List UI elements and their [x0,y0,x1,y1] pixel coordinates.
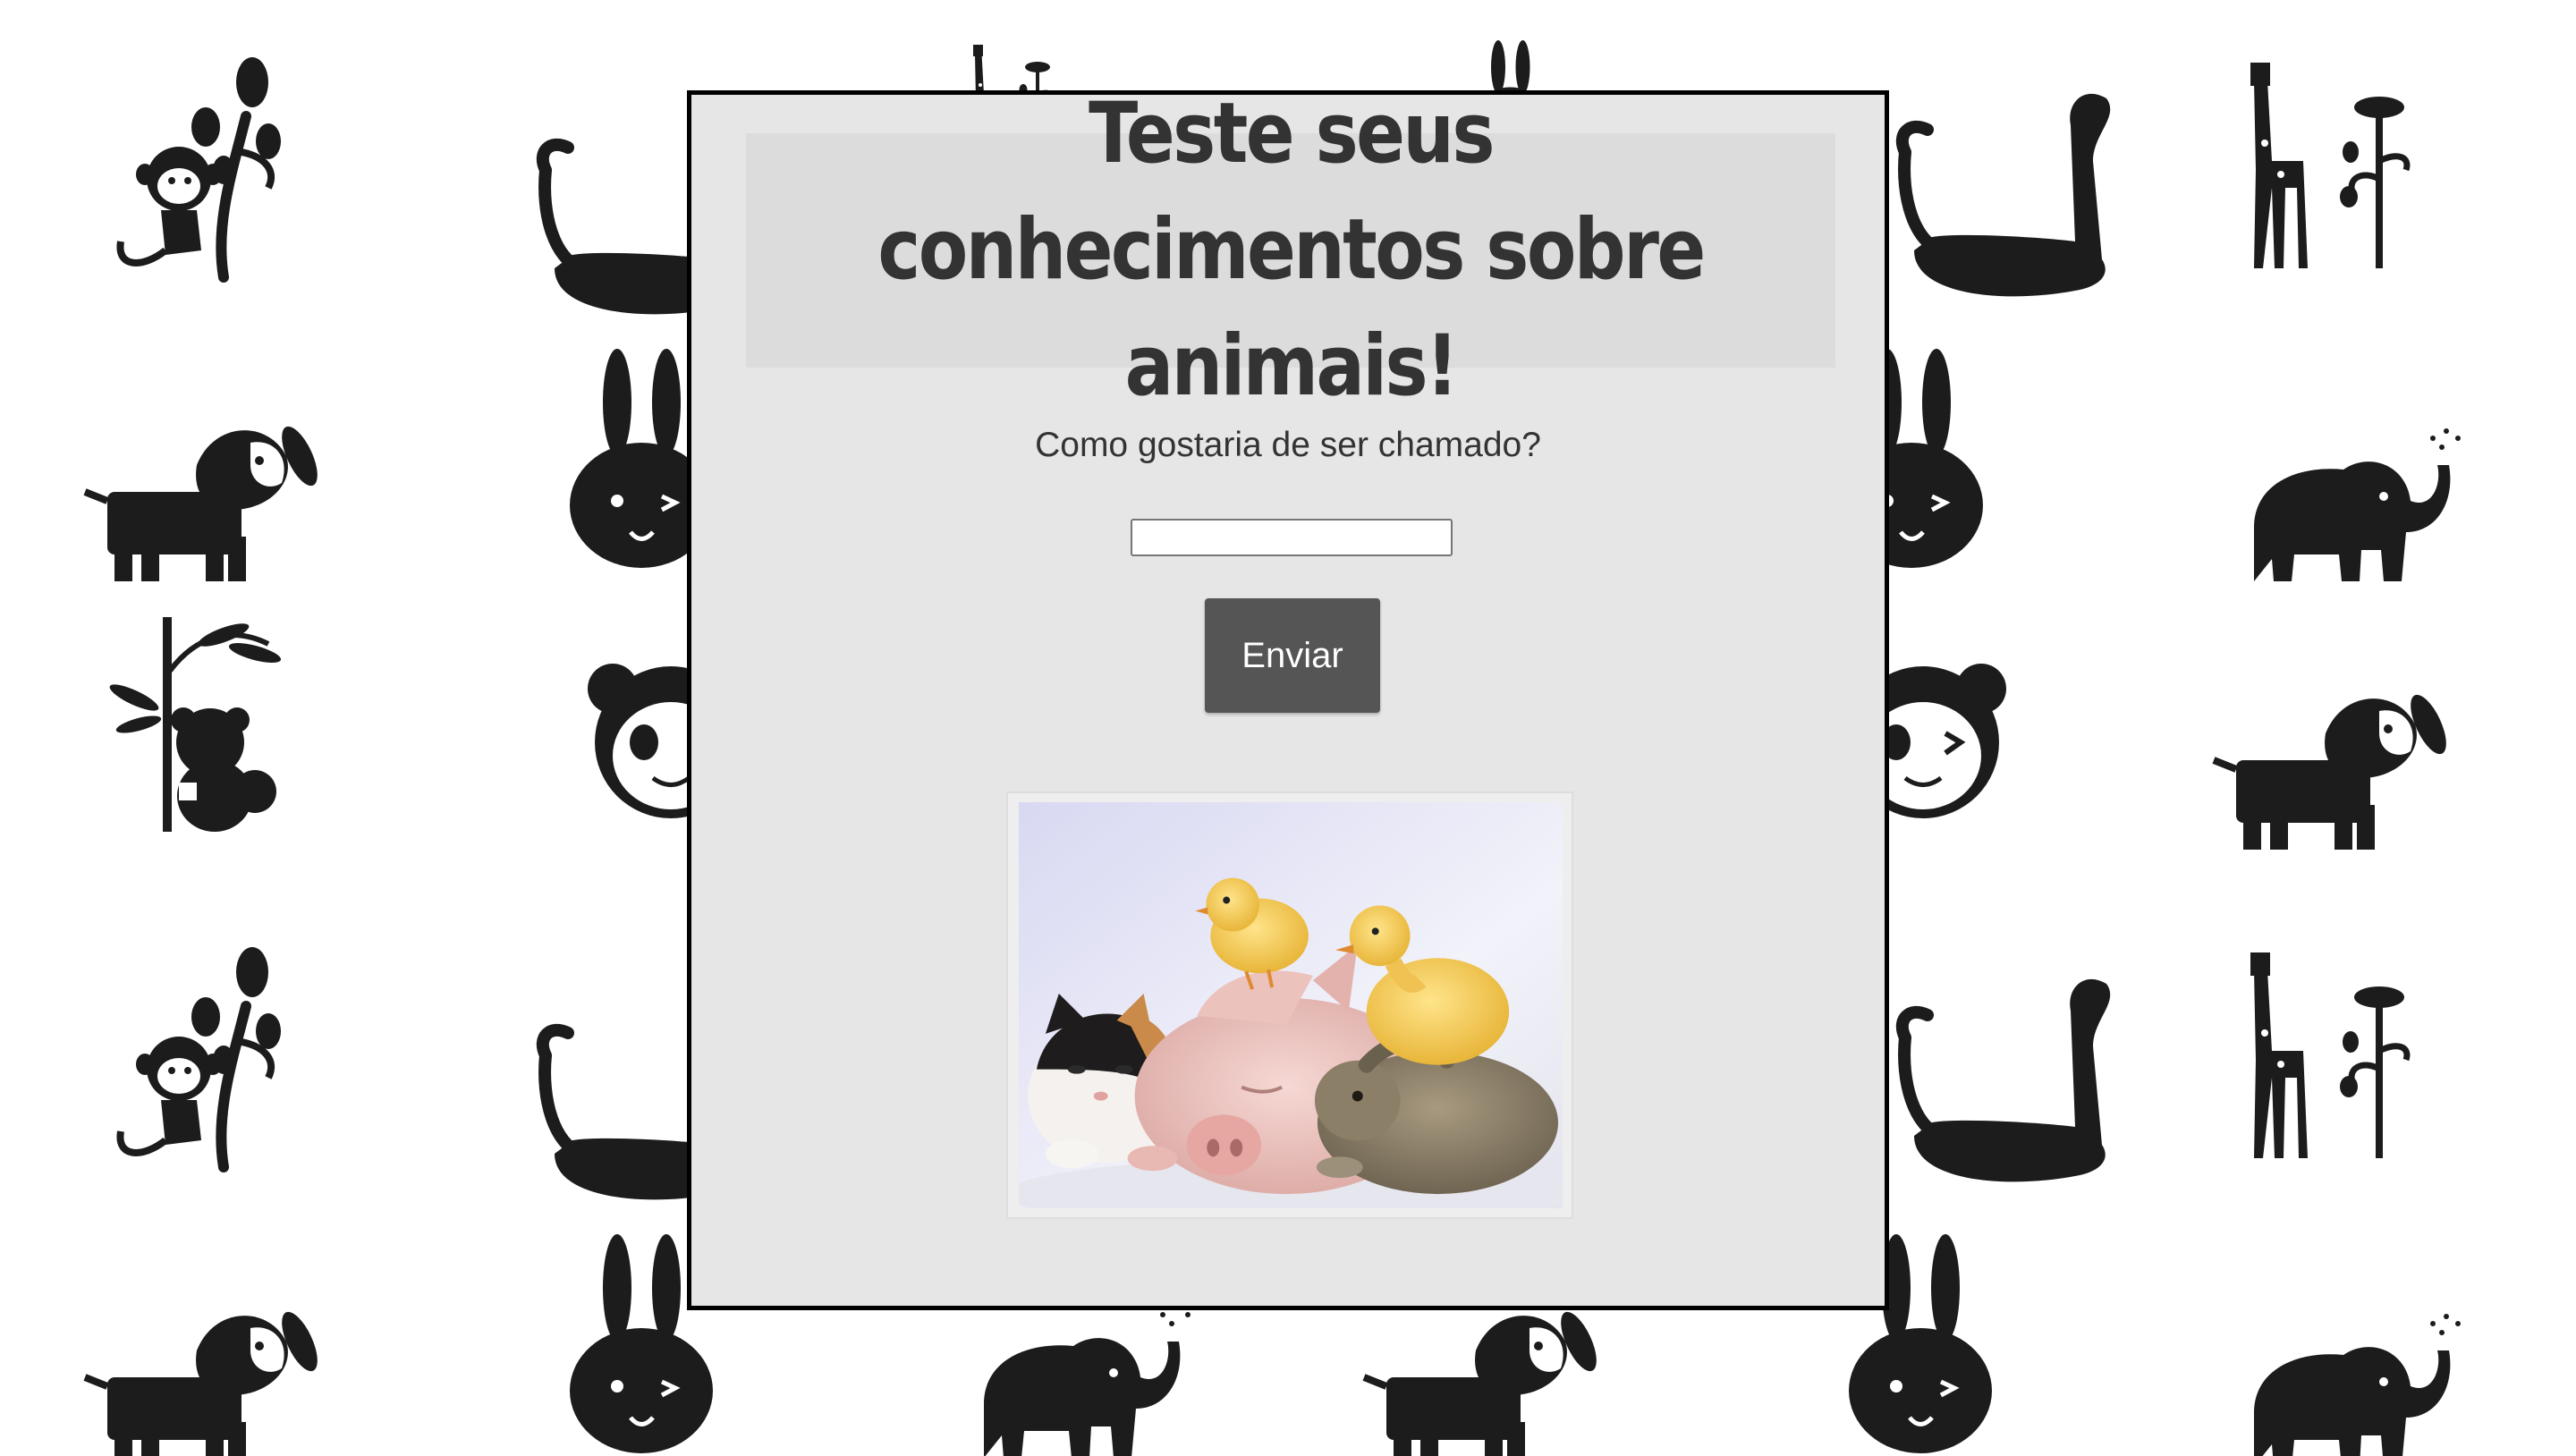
dog-icon [2209,626,2460,876]
title-banner: Teste seus conhecimentos sobre animais! [746,85,1835,415]
elephant-icon [2218,376,2469,626]
page: Teste seus conhecimentos sobre animais! … [0,0,2576,1456]
monkey-icon [89,935,340,1185]
baby-animals-photo [1019,802,1563,1208]
quiz-panel: Teste seus conhecimentos sobre animais! … [687,85,1889,1310]
dinosaur-icon [1878,80,2129,331]
dog-icon [80,358,331,608]
elephant-icon [2218,1261,2469,1456]
giraffe-icon [2200,45,2451,295]
monkey-icon [89,45,340,295]
giraffe-icon [2200,935,2451,1185]
koala-icon [89,599,340,850]
submit-button[interactable]: Enviar [1205,598,1380,713]
dog-icon [80,1243,331,1456]
name-prompt-label: Como gostaria de ser chamado? [1035,426,1541,464]
photo-frame [1006,791,1573,1219]
page-title: Teste seus conhecimentos sobre animais! [877,85,1706,415]
dinosaur-icon [1878,966,2129,1216]
name-input[interactable] [1131,519,1453,556]
